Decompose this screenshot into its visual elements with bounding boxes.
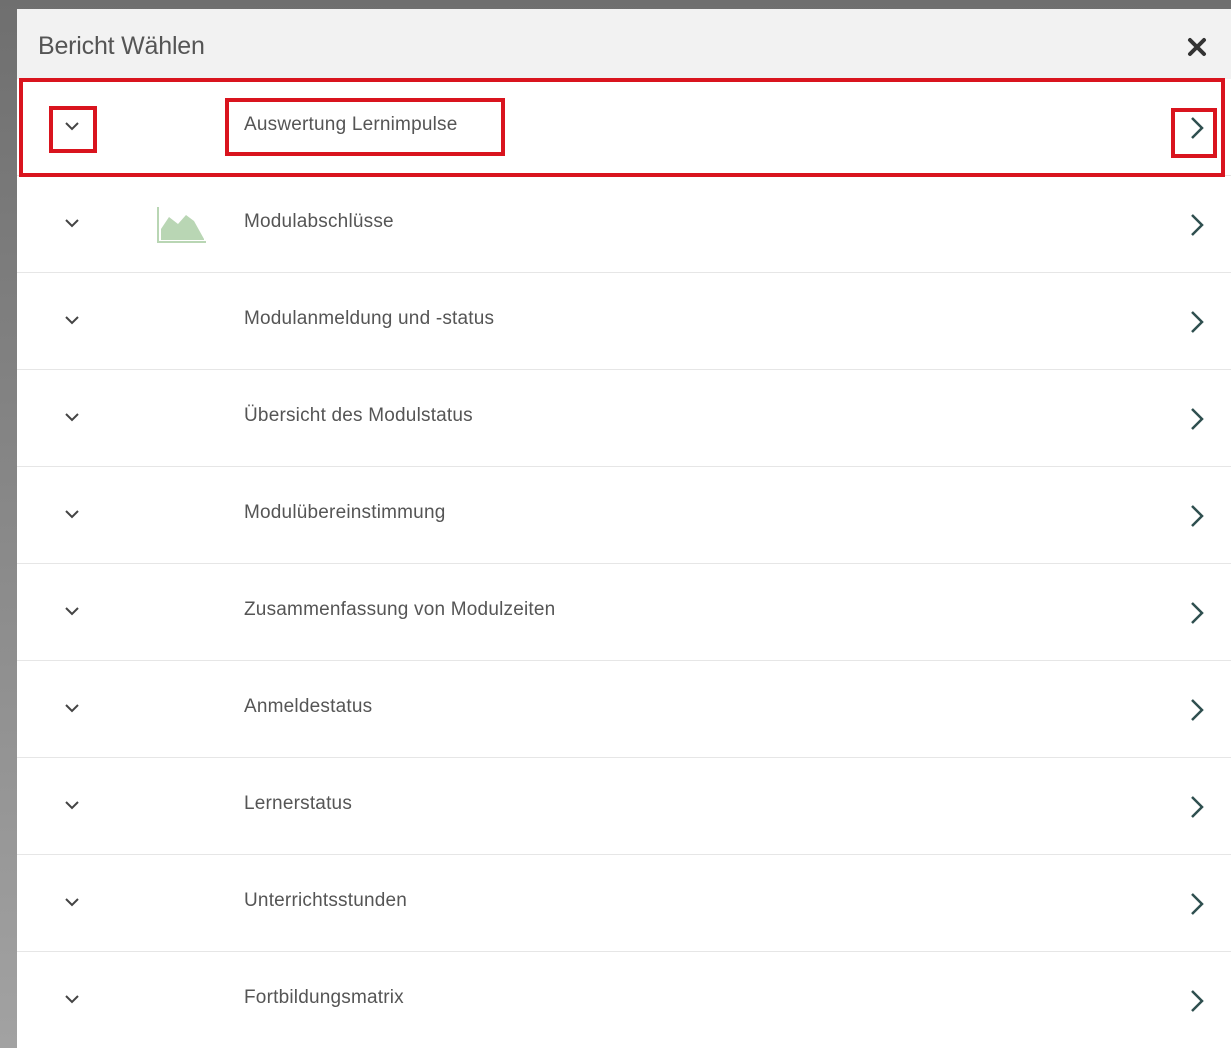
- list-item-report[interactable]: Fortbildungsmatrix: [17, 952, 1231, 1048]
- chevron-right-icon[interactable]: [1186, 987, 1208, 1015]
- close-icon[interactable]: [1185, 35, 1209, 59]
- report-label: Übersicht des Modulstatus: [244, 405, 473, 426]
- list-item-report[interactable]: Modulübereinstimmung: [17, 467, 1231, 564]
- list-item-report[interactable]: Übersicht des Modulstatus: [17, 370, 1231, 467]
- chevron-down-icon[interactable]: [62, 213, 82, 233]
- chevron-right-icon[interactable]: [1186, 890, 1208, 918]
- list-item-report[interactable]: Anmeldestatus: [17, 661, 1231, 758]
- chevron-right-icon[interactable]: [1186, 114, 1208, 142]
- report-label: Zusammenfassung von Modulzeiten: [244, 599, 556, 620]
- list-item-report[interactable]: Modulabschlüsse: [17, 176, 1231, 273]
- chevron-right-icon[interactable]: [1186, 211, 1208, 239]
- chevron-right-icon[interactable]: [1186, 599, 1208, 627]
- chevron-right-icon[interactable]: [1186, 696, 1208, 724]
- list-item-report[interactable]: Zusammenfassung von Modulzeiten: [17, 564, 1231, 661]
- report-label: Anmeldestatus: [244, 696, 373, 717]
- dialog-header: Bericht Wählen: [17, 9, 1231, 79]
- chevron-down-icon[interactable]: [62, 116, 82, 136]
- chevron-down-icon[interactable]: [62, 698, 82, 718]
- chevron-down-icon[interactable]: [62, 504, 82, 524]
- list-item-report[interactable]: Unterrichtsstunden: [17, 855, 1231, 952]
- chevron-down-icon[interactable]: [62, 989, 82, 1009]
- chevron-down-icon[interactable]: [62, 407, 82, 427]
- list-item-report[interactable]: Modulanmeldung und -status: [17, 273, 1231, 370]
- chevron-down-icon[interactable]: [62, 601, 82, 621]
- list-item-report[interactable]: Lernerstatus: [17, 758, 1231, 855]
- report-label: Lernerstatus: [244, 793, 353, 814]
- window-frame: Bericht Wählen Auswertung Lernimpulse Mo…: [0, 0, 1231, 1048]
- report-label: Fortbildungsmatrix: [244, 987, 404, 1008]
- chevron-right-icon[interactable]: [1186, 405, 1208, 433]
- chevron-right-icon[interactable]: [1186, 793, 1208, 821]
- dialog-title: Bericht Wählen: [38, 32, 205, 60]
- chevron-down-icon[interactable]: [62, 795, 82, 815]
- report-select-dialog: Bericht Wählen Auswertung Lernimpulse Mo…: [17, 9, 1231, 1048]
- report-label: Auswertung Lernimpulse: [244, 114, 458, 135]
- chevron-right-icon[interactable]: [1186, 502, 1208, 530]
- chevron-down-icon[interactable]: [62, 892, 82, 912]
- report-label: Unterrichtsstunden: [244, 890, 408, 911]
- chevron-down-icon[interactable]: [62, 310, 82, 330]
- area-chart-icon: [156, 205, 207, 244]
- report-label: Modulanmeldung und -status: [244, 308, 495, 329]
- report-label: Modulabschlüsse: [244, 211, 394, 232]
- list-item-report[interactable]: Auswertung Lernimpulse: [17, 79, 1231, 176]
- chevron-right-icon[interactable]: [1186, 308, 1208, 336]
- report-label: Modulübereinstimmung: [244, 502, 446, 523]
